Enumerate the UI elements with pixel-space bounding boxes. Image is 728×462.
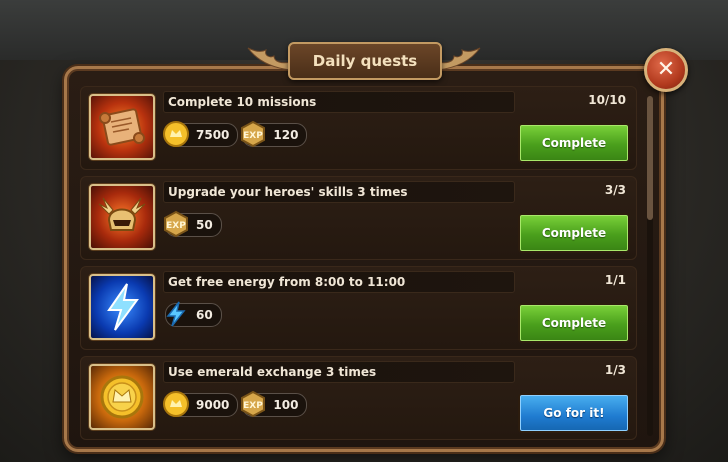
- dialog-title: Daily quests: [288, 42, 442, 80]
- scroll-icon: [89, 94, 155, 160]
- right-wing-ornament: [437, 47, 481, 71]
- complete-button[interactable]: Complete: [518, 123, 630, 163]
- quest-rewards: 60: [165, 301, 222, 327]
- left-wing-ornament: [247, 47, 291, 71]
- quest-item: Upgrade your heroes' skills 3 times 3/3 …: [80, 176, 637, 260]
- exp-icon: EXP: [241, 120, 266, 148]
- close-button[interactable]: ✕: [644, 48, 688, 92]
- reward-gold: 7500: [163, 121, 239, 147]
- reward-exp: EXP 50: [164, 210, 222, 238]
- action-label: Go for it!: [543, 406, 605, 420]
- gold-coin-icon: [163, 391, 189, 417]
- quest-progress: 1/3: [604, 363, 626, 377]
- quest-progress: 3/3: [604, 183, 626, 197]
- gold-coin-icon: [163, 121, 189, 147]
- complete-button[interactable]: Complete: [518, 303, 630, 343]
- quest-item: Get free energy from 8:00 to 11:00 1/1 6…: [80, 266, 637, 350]
- reward-exp: EXP 120: [241, 120, 308, 148]
- scrollbar-thumb[interactable]: [647, 96, 653, 220]
- quest-title: Complete 10 missions: [163, 91, 515, 113]
- reward-exp: EXP 100: [241, 390, 308, 418]
- quest-rewards: 7500 EXP 120: [163, 120, 308, 148]
- quest-title: Use emerald exchange 3 times: [163, 361, 515, 383]
- quest-item: Use emerald exchange 3 times 1/3 9000 EX…: [80, 356, 637, 440]
- helmet-icon: [89, 184, 155, 250]
- quest-progress: 1/1: [604, 273, 626, 287]
- quest-rewards: 9000 EXP 100: [163, 390, 308, 418]
- lightning-icon: [89, 274, 155, 340]
- svg-text:EXP: EXP: [166, 221, 186, 231]
- action-label: Complete: [541, 316, 607, 330]
- quest-item: Complete 10 missions 10/10 7500 EXP 120 …: [80, 86, 637, 170]
- quest-progress: 10/10: [588, 93, 626, 107]
- exp-icon: EXP: [241, 390, 266, 418]
- exp-icon: EXP: [164, 210, 188, 238]
- reward-gold: 9000: [163, 391, 239, 417]
- complete-button[interactable]: Complete: [518, 213, 630, 253]
- svg-text:EXP: EXP: [244, 401, 264, 411]
- close-icon: ✕: [656, 57, 676, 82]
- dialog-title-text: Daily quests: [312, 52, 418, 70]
- svg-text:EXP: EXP: [244, 131, 264, 141]
- quest-rewards: EXP 50: [164, 210, 222, 238]
- quest-title: Get free energy from 8:00 to 11:00: [163, 271, 515, 293]
- crown-coin-icon: [89, 364, 155, 430]
- action-label: Complete: [541, 226, 607, 240]
- reward-energy: 60: [165, 301, 222, 327]
- quest-title: Upgrade your heroes' skills 3 times: [163, 181, 515, 203]
- action-label: Complete: [541, 136, 607, 150]
- quest-list-scrollbar[interactable]: [647, 96, 653, 436]
- go-for-it-button[interactable]: Go for it!: [518, 393, 630, 433]
- energy-icon: [166, 301, 186, 327]
